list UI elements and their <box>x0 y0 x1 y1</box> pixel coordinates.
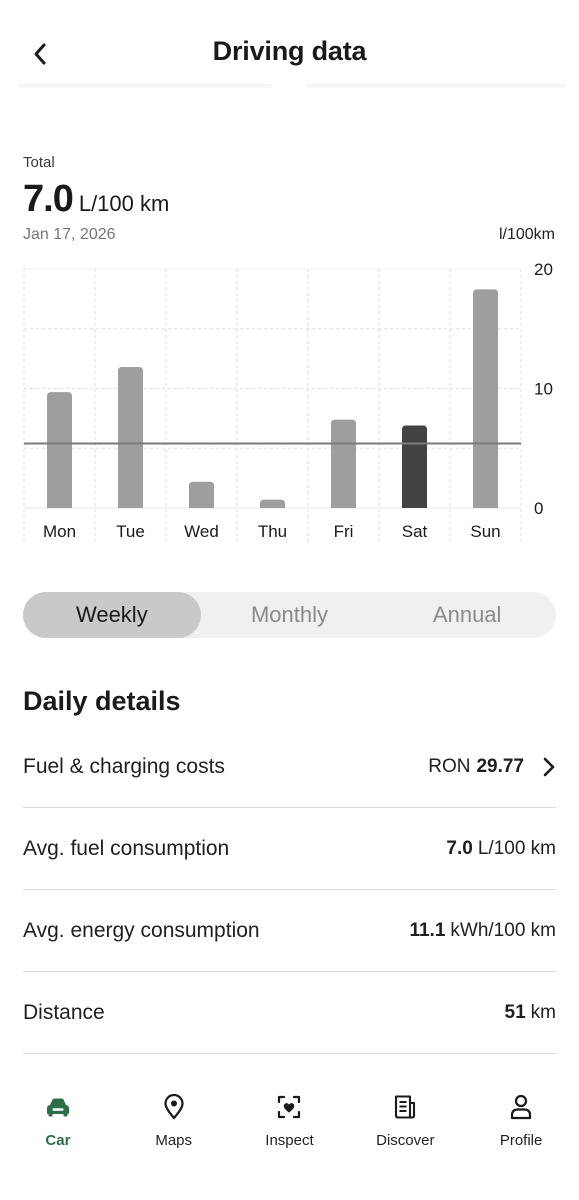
total-value: 7.0 L/100 km <box>23 178 169 221</box>
detail-value: 51 km <box>505 1002 556 1024</box>
nav-label: Maps <box>155 1132 193 1149</box>
nav-label: Car <box>45 1132 71 1149</box>
date-label: Jan 17, 2026 <box>23 226 116 243</box>
distance-value: 51 <box>504 1001 526 1023</box>
nav-car[interactable]: Car <box>0 1082 116 1200</box>
bar-sat <box>402 425 427 508</box>
inspect-heart-icon <box>274 1092 304 1122</box>
detail-label: Avg. energy consumption <box>23 918 260 942</box>
x-tick-label: Fri <box>334 522 354 541</box>
chevron-right-icon <box>542 756 556 778</box>
detail-value: RON 29.77 <box>428 756 556 778</box>
x-tick-label: Sat <box>402 522 428 541</box>
period-monthly-tab[interactable]: Monthly <box>201 592 379 638</box>
bar-sun <box>473 289 498 508</box>
x-tick-label: Mon <box>43 522 76 541</box>
total-label: Total <box>23 154 55 171</box>
page-title: Driving data <box>212 36 367 66</box>
daily-details-title: Daily details <box>23 686 181 716</box>
car-icon <box>43 1092 73 1122</box>
x-tick-label: Wed <box>184 522 219 541</box>
bar-fri <box>331 419 356 508</box>
energy-unit: kWh/100 km <box>450 919 556 941</box>
x-tick-label: Thu <box>258 522 287 541</box>
period-annual-tab[interactable]: Annual <box>378 592 556 638</box>
chart-unit-label: l/100km <box>498 226 555 243</box>
y-tick-label: 20 <box>534 260 553 279</box>
bottom-nav: Car Maps Inspect Discover Profile <box>0 1082 579 1200</box>
bar-mon <box>47 392 72 508</box>
map-pin-icon <box>159 1092 189 1122</box>
segment-divider-right <box>306 84 566 88</box>
nav-maps[interactable]: Maps <box>116 1082 232 1200</box>
bar-tue <box>118 366 143 508</box>
total-number: 7.0 <box>23 178 74 220</box>
fuel-value: 7.0 <box>446 837 473 859</box>
detail-label: Avg. fuel consumption <box>23 836 230 860</box>
bar-wed <box>189 481 214 508</box>
period-toggle: Weekly Monthly Annual <box>23 592 556 638</box>
detail-label: Fuel & charging costs <box>23 754 225 778</box>
y-tick-label: 10 <box>534 380 553 399</box>
news-icon <box>390 1092 420 1122</box>
fuel-costs-row[interactable]: Fuel & charging costs RON 29.77 <box>23 726 556 808</box>
detail-label: Distance <box>23 1000 105 1024</box>
nav-label: Discover <box>376 1132 435 1149</box>
distance-row: Distance 51 km <box>23 972 556 1054</box>
nav-inspect[interactable]: Inspect <box>232 1082 348 1200</box>
bar-thu <box>260 499 285 508</box>
person-icon <box>506 1092 536 1122</box>
cost-value: 29.77 <box>476 755 524 777</box>
consumption-bar-chart[interactable]: Mon Tue Wed Thu Fri Sat Sun 0 10 20 <box>0 255 579 550</box>
currency-label: RON <box>428 755 471 777</box>
nav-label: Profile <box>499 1132 543 1149</box>
x-tick-label: Sun <box>470 522 500 541</box>
x-tick-label: Tue <box>116 522 145 541</box>
fuel-unit: L/100 km <box>477 837 556 859</box>
nav-discover[interactable]: Discover <box>347 1082 463 1200</box>
header: Driving data <box>0 0 579 96</box>
nav-label: Inspect <box>265 1132 314 1149</box>
energy-value: 11.1 <box>409 919 446 941</box>
avg-fuel-row: Avg. fuel consumption 7.0 L/100 km <box>23 808 556 890</box>
segment-divider-left <box>18 84 272 88</box>
period-weekly-tab[interactable]: Weekly <box>23 592 201 638</box>
y-tick-label: 0 <box>534 499 543 518</box>
avg-energy-row: Avg. energy consumption 11.1 kWh/100 km <box>23 890 556 972</box>
detail-value: 7.0 L/100 km <box>446 838 556 860</box>
detail-value: 11.1 kWh/100 km <box>409 920 556 942</box>
nav-profile[interactable]: Profile <box>463 1082 579 1200</box>
total-unit: L/100 km <box>78 191 170 216</box>
distance-unit: km <box>530 1001 556 1023</box>
